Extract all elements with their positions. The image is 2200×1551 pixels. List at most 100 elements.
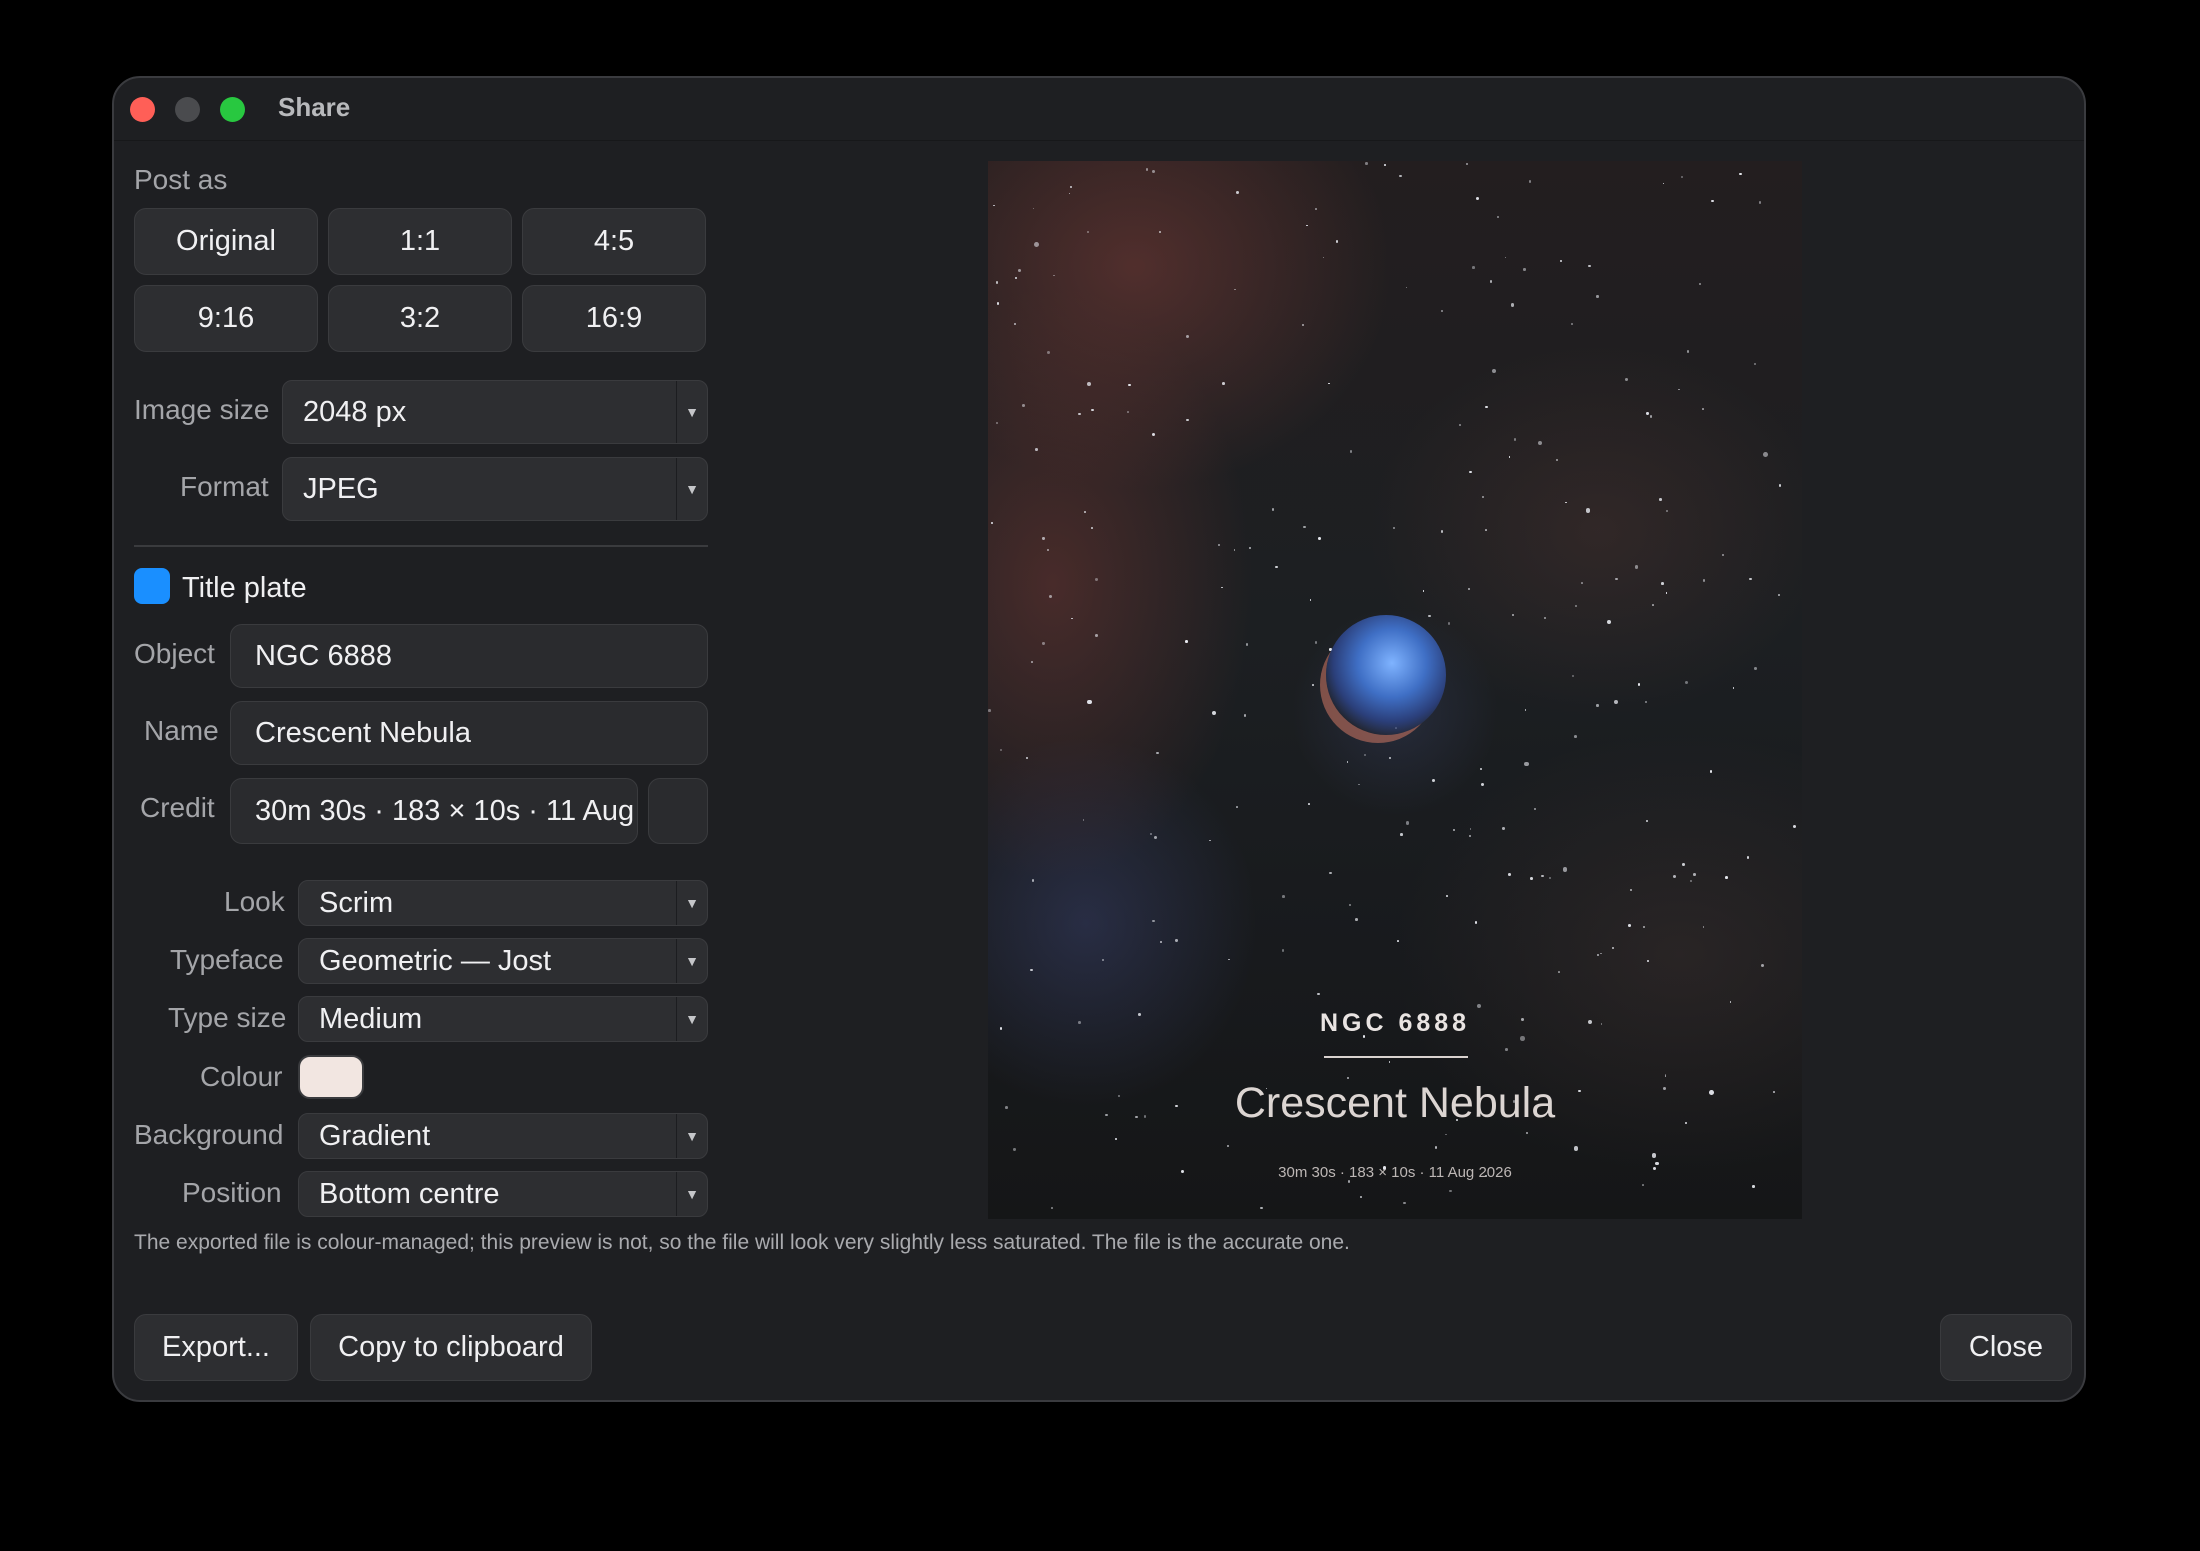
star xyxy=(1068,192,1071,195)
close-window-button[interactable] xyxy=(130,97,155,122)
colour-label: Colour xyxy=(200,1061,283,1092)
star xyxy=(1682,863,1686,867)
star xyxy=(1686,350,1690,353)
look-select[interactable]: Scrim ▼ xyxy=(298,880,708,926)
title-plate-label: Title plate xyxy=(182,572,307,604)
image-size-select[interactable]: 2048 px ▼ xyxy=(282,380,708,444)
zoom-window-button[interactable] xyxy=(220,97,245,122)
object-label: Object xyxy=(134,638,215,669)
star xyxy=(1739,172,1742,176)
star xyxy=(1018,269,1022,273)
format-select[interactable]: JPEG ▼ xyxy=(282,457,708,521)
star xyxy=(1048,595,1052,599)
star xyxy=(1358,783,1360,786)
star xyxy=(1559,260,1562,263)
star xyxy=(1585,508,1591,513)
position-select[interactable]: Bottom centre ▼ xyxy=(298,1171,708,1217)
post-as-label: Post as xyxy=(134,164,228,195)
star xyxy=(1702,926,1705,928)
close-button[interactable]: Close xyxy=(1940,1314,2072,1381)
star xyxy=(1484,528,1487,531)
star xyxy=(1329,871,1332,875)
post-as-9-16-button[interactable]: 9:16 xyxy=(134,285,318,352)
star xyxy=(1078,412,1082,416)
star xyxy=(1489,279,1493,283)
star xyxy=(1314,641,1318,644)
chevron-down-icon: ▼ xyxy=(676,381,707,443)
star xyxy=(1152,920,1155,923)
background-value: Gradient xyxy=(319,1119,431,1152)
star xyxy=(1053,274,1055,277)
copy-to-clipboard-button[interactable]: Copy to clipboard xyxy=(310,1314,592,1381)
name-field[interactable]: Crescent Nebula xyxy=(230,701,708,765)
star xyxy=(1046,351,1050,355)
background-label: Background xyxy=(134,1119,284,1150)
star xyxy=(1014,276,1017,280)
star xyxy=(1634,565,1638,569)
star xyxy=(1033,241,1039,247)
post-as-1-1-button[interactable]: 1:1 xyxy=(328,208,512,275)
colour-swatch[interactable] xyxy=(298,1055,364,1099)
typeface-select[interactable]: Geometric — Jost ▼ xyxy=(298,938,708,984)
star xyxy=(1649,415,1653,418)
star xyxy=(1022,404,1026,408)
export-button[interactable]: Export... xyxy=(134,1314,298,1381)
preview-object-text: NGC 6888 xyxy=(1319,1009,1471,1037)
star xyxy=(1496,216,1499,219)
object-field[interactable]: NGC 6888 xyxy=(230,624,708,688)
star xyxy=(1211,710,1216,715)
type-size-value: Medium xyxy=(319,1002,423,1035)
type-size-select[interactable]: Medium ▼ xyxy=(298,996,708,1042)
credit-field[interactable]: 30m 30s · 183 × 10s · 11 Aug xyxy=(230,778,638,844)
typeface-label: Typeface xyxy=(170,944,284,975)
star xyxy=(1309,599,1312,601)
credit-extra-button[interactable] xyxy=(648,778,708,844)
star xyxy=(1467,588,1470,591)
star xyxy=(1086,381,1091,386)
star xyxy=(1510,303,1514,307)
star xyxy=(1513,438,1517,441)
post-as-original-button[interactable]: Original xyxy=(134,208,318,275)
star xyxy=(1208,839,1211,842)
post-as-3-2-button[interactable]: 3:2 xyxy=(328,285,512,352)
star xyxy=(1476,1003,1482,1009)
star xyxy=(1095,633,1099,637)
star xyxy=(1533,807,1536,810)
star xyxy=(1235,806,1238,808)
star xyxy=(1094,578,1098,582)
star xyxy=(1597,953,1600,956)
section-divider xyxy=(134,545,708,547)
star xyxy=(1458,424,1461,427)
star xyxy=(1301,323,1304,327)
star xyxy=(1185,334,1189,338)
star xyxy=(1530,877,1533,880)
post-as-16-9-button[interactable]: 16:9 xyxy=(522,285,706,352)
star xyxy=(1243,714,1247,717)
star xyxy=(1306,224,1308,227)
star xyxy=(1544,616,1547,619)
star xyxy=(1249,547,1252,550)
title-plate-checkbox[interactable] xyxy=(134,568,170,604)
star xyxy=(1666,509,1669,512)
star xyxy=(1307,802,1310,805)
star xyxy=(1746,856,1749,859)
star xyxy=(1581,582,1583,584)
star xyxy=(1564,501,1567,504)
star xyxy=(1303,525,1306,529)
star xyxy=(1035,448,1039,451)
minimize-window-button[interactable] xyxy=(175,97,200,122)
star xyxy=(1318,537,1322,541)
star xyxy=(1222,382,1226,385)
star xyxy=(1431,778,1435,782)
post-as-4-5-button[interactable]: 4:5 xyxy=(522,208,706,275)
background-select[interactable]: Gradient ▼ xyxy=(298,1113,708,1159)
credit-label: Credit xyxy=(140,792,215,823)
star xyxy=(1615,577,1618,581)
star xyxy=(1228,958,1230,961)
window-title: Share xyxy=(278,92,351,122)
star xyxy=(1480,767,1482,770)
star xyxy=(1749,577,1752,581)
star xyxy=(999,748,1003,752)
star xyxy=(1472,266,1475,269)
star xyxy=(1468,834,1471,837)
